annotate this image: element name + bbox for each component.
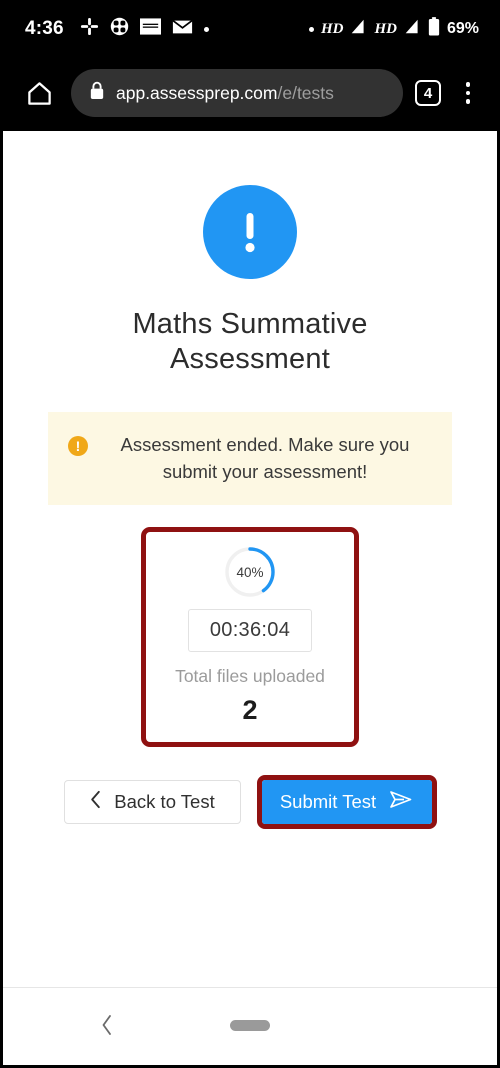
overflow-menu-icon[interactable] [453,76,483,110]
assessment-ended-banner: ! Assessment ended. Make sure you submit… [48,411,452,506]
status-clock: 4:36 [25,18,64,39]
action-buttons-row: Back to Test Submit Test [63,775,437,830]
circle-quad-icon [110,17,129,41]
exclamation-icon [203,185,297,279]
signal-bars-icon-2 [404,18,421,40]
lock-icon [89,81,105,105]
url-path: /e/tests [277,82,334,103]
browser-toolbar: app.assessprep.com/e/tests 4 [3,55,497,131]
tab-switcher-button[interactable]: 4 [415,80,441,106]
back-to-test-button[interactable]: Back to Test [63,780,241,825]
warning-exclamation-icon: ! [68,435,88,456]
status-bar-right-group: HD HD 69% [308,17,479,41]
countdown-timer: 00:36:04 [188,609,312,653]
hd-label-2: HD [374,20,397,37]
chevron-left-icon [89,790,102,814]
hd-label-1: HD [320,20,344,37]
submit-test-label: Submit Test [279,791,377,813]
url-bar[interactable]: app.assessprep.com/e/tests [71,69,403,117]
rectangle-badge-icon [139,18,161,40]
envelope-icon [172,19,193,40]
assessment-page: Maths Summative Assessment ! Assessment … [3,131,497,987]
home-icon[interactable] [19,73,59,113]
url-text: app.assessprep.com/e/tests [116,83,334,104]
files-uploaded-label: Total files uploaded [175,666,325,687]
upload-progress-ring: 40% [223,545,277,599]
assessment-stats-card: 40% 00:36:04 Total files uploaded 2 [141,527,359,748]
battery-icon [428,17,440,41]
progress-percent-label: 40% [236,564,264,580]
network-dot-icon [308,26,314,32]
back-to-test-label: Back to Test [114,791,215,813]
battery-percent: 69% [446,20,479,37]
page-title: Maths Summative Assessment [132,308,368,376]
android-navigation-bar [3,987,497,1062]
banner-text: Assessment ended. Make sure you submit y… [120,433,410,482]
phone-screenshot-frame: 4:36 HD HD 69% app.assessprep.com/e/test… [0,0,500,1068]
status-bar-left-group: 4:36 [25,17,209,41]
submit-test-button[interactable]: Submit Test [261,780,432,825]
submit-test-highlight: Submit Test [256,775,437,830]
files-uploaded-count: 2 [242,695,258,726]
nav-back-icon[interactable] [89,1007,125,1043]
url-host: app.assessprep.com [116,82,278,103]
slack-icon [80,17,99,41]
dot-icon [203,26,209,32]
home-indicator-pill[interactable] [230,1019,270,1031]
android-status-bar: 4:36 HD HD 69% [3,3,497,55]
send-plane-icon [389,789,413,815]
signal-bars-icon-1 [350,18,367,40]
